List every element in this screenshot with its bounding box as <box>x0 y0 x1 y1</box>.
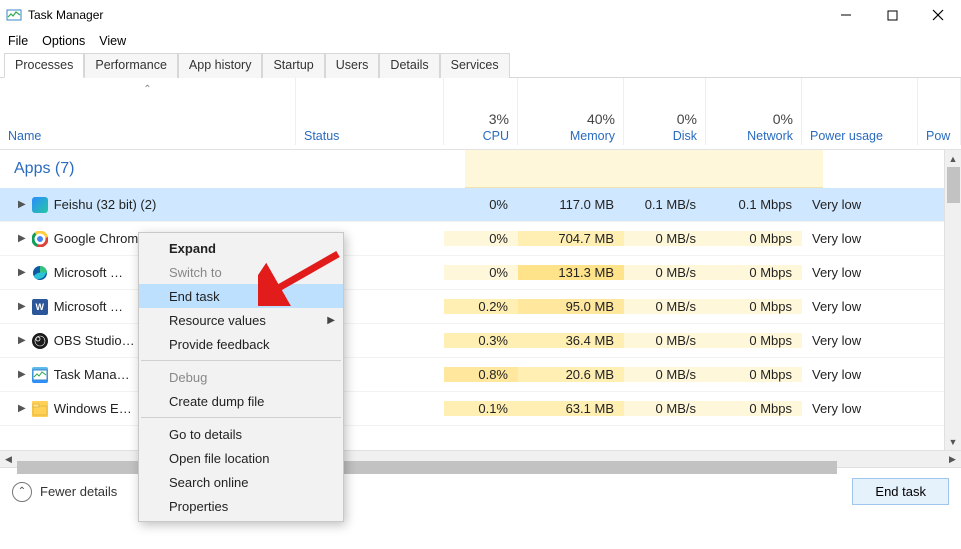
menu-separator <box>141 360 341 361</box>
expand-icon[interactable]: ▶ <box>18 301 26 312</box>
process-name: Feishu (32 bit) (2) <box>54 197 157 212</box>
ctx-go-to-details[interactable]: Go to details <box>139 422 343 446</box>
menu-options[interactable]: Options <box>42 34 85 48</box>
sort-indicator-icon: ⌃ <box>143 84 151 95</box>
network-value: 0.1 Mbps <box>706 197 802 212</box>
col-status[interactable]: Status <box>296 78 444 145</box>
process-name: Microsoft … <box>54 299 123 314</box>
memory-value: 117.0 MB <box>518 197 624 212</box>
column-headers: ⌃ Name Status 3% CPU 40% Memory 0% Disk … <box>0 78 961 150</box>
col-disk[interactable]: 0% Disk <box>624 78 706 145</box>
power-value: Very low <box>802 197 918 212</box>
menu-file[interactable]: File <box>8 34 28 48</box>
section-apps[interactable]: Apps (7) <box>0 150 961 188</box>
tab-performance[interactable]: Performance <box>84 53 178 78</box>
tab-users[interactable]: Users <box>325 53 380 78</box>
ctx-switch-to[interactable]: Switch to <box>139 260 343 284</box>
col-power-usage[interactable]: Power usage <box>802 78 918 145</box>
tab-app-history[interactable]: App history <box>178 53 263 78</box>
menu-bar: File Options View <box>0 30 961 52</box>
end-task-button[interactable]: End task <box>852 478 949 505</box>
disk-value: 0.1 MB/s <box>624 197 706 212</box>
obs-icon <box>32 333 48 349</box>
close-button[interactable] <box>915 0 961 30</box>
tab-details[interactable]: Details <box>379 53 439 78</box>
chevron-up-icon: ⌃ <box>12 482 32 502</box>
word-icon: W <box>32 299 48 315</box>
menu-view[interactable]: View <box>99 34 126 48</box>
ctx-provide-feedback[interactable]: Provide feedback <box>139 332 343 356</box>
ctx-search-online[interactable]: Search online <box>139 470 343 494</box>
process-name: Google Chrom… <box>54 231 152 246</box>
minimize-button[interactable] <box>823 0 869 30</box>
cpu-value: 0% <box>444 197 518 212</box>
menu-separator <box>141 417 341 418</box>
vertical-scrollbar[interactable]: ▲ ▼ <box>944 150 961 450</box>
col-name[interactable]: ⌃ Name <box>0 78 296 145</box>
tab-processes[interactable]: Processes <box>4 53 84 78</box>
task-manager-process-icon <box>32 367 48 383</box>
expand-icon[interactable]: ▶ <box>18 267 26 278</box>
explorer-icon <box>32 401 48 417</box>
fewer-details-toggle[interactable]: ⌃ Fewer details <box>12 482 117 502</box>
process-name: Task Mana… <box>54 367 130 382</box>
title-bar: Task Manager <box>0 0 961 30</box>
window-controls <box>823 0 961 30</box>
tab-services[interactable]: Services <box>440 53 510 78</box>
scroll-up-icon[interactable]: ▲ <box>945 150 961 167</box>
feishu-icon <box>32 197 48 213</box>
ctx-properties[interactable]: Properties <box>139 494 343 518</box>
col-network[interactable]: 0% Network <box>706 78 802 145</box>
table-row[interactable]: ▶ Feishu (32 bit) (2) 0% 117.0 MB 0.1 MB… <box>0 188 961 222</box>
edge-icon <box>32 265 48 281</box>
process-name: OBS Studio… <box>54 333 135 348</box>
col-memory[interactable]: 40% Memory <box>518 78 624 145</box>
expand-icon[interactable]: ▶ <box>18 233 26 244</box>
scroll-right-icon[interactable]: ▶ <box>944 451 961 468</box>
scrollbar-thumb[interactable] <box>947 167 960 203</box>
ctx-end-task[interactable]: End task <box>139 284 343 308</box>
ctx-open-file-location[interactable]: Open file location <box>139 446 343 470</box>
expand-icon[interactable]: ▶ <box>18 369 26 380</box>
submenu-arrow-icon: ▶ <box>327 315 335 326</box>
scroll-down-icon[interactable]: ▼ <box>945 433 961 450</box>
expand-icon[interactable]: ▶ <box>18 403 26 414</box>
context-menu: Expand Switch to End task Resource value… <box>138 232 344 522</box>
tab-startup[interactable]: Startup <box>262 53 324 78</box>
col-cpu[interactable]: 3% CPU <box>444 78 518 145</box>
chrome-icon <box>32 231 48 247</box>
ctx-create-dump[interactable]: Create dump file <box>139 389 343 413</box>
expand-icon[interactable]: ▶ <box>18 199 26 210</box>
process-name: Windows E… <box>54 401 132 416</box>
expand-icon[interactable]: ▶ <box>18 335 26 346</box>
task-manager-icon <box>6 7 22 23</box>
ctx-resource-values[interactable]: Resource values ▶ <box>139 308 343 332</box>
maximize-button[interactable] <box>869 0 915 30</box>
ctx-expand[interactable]: Expand <box>139 236 343 260</box>
scroll-left-icon[interactable]: ◀ <box>0 451 17 468</box>
window-title: Task Manager <box>28 8 103 22</box>
process-name: Microsoft … <box>54 265 123 280</box>
tab-strip: Processes Performance App history Startu… <box>0 52 961 78</box>
col-overflow[interactable]: Pow <box>918 78 961 145</box>
ctx-debug[interactable]: Debug <box>139 365 343 389</box>
